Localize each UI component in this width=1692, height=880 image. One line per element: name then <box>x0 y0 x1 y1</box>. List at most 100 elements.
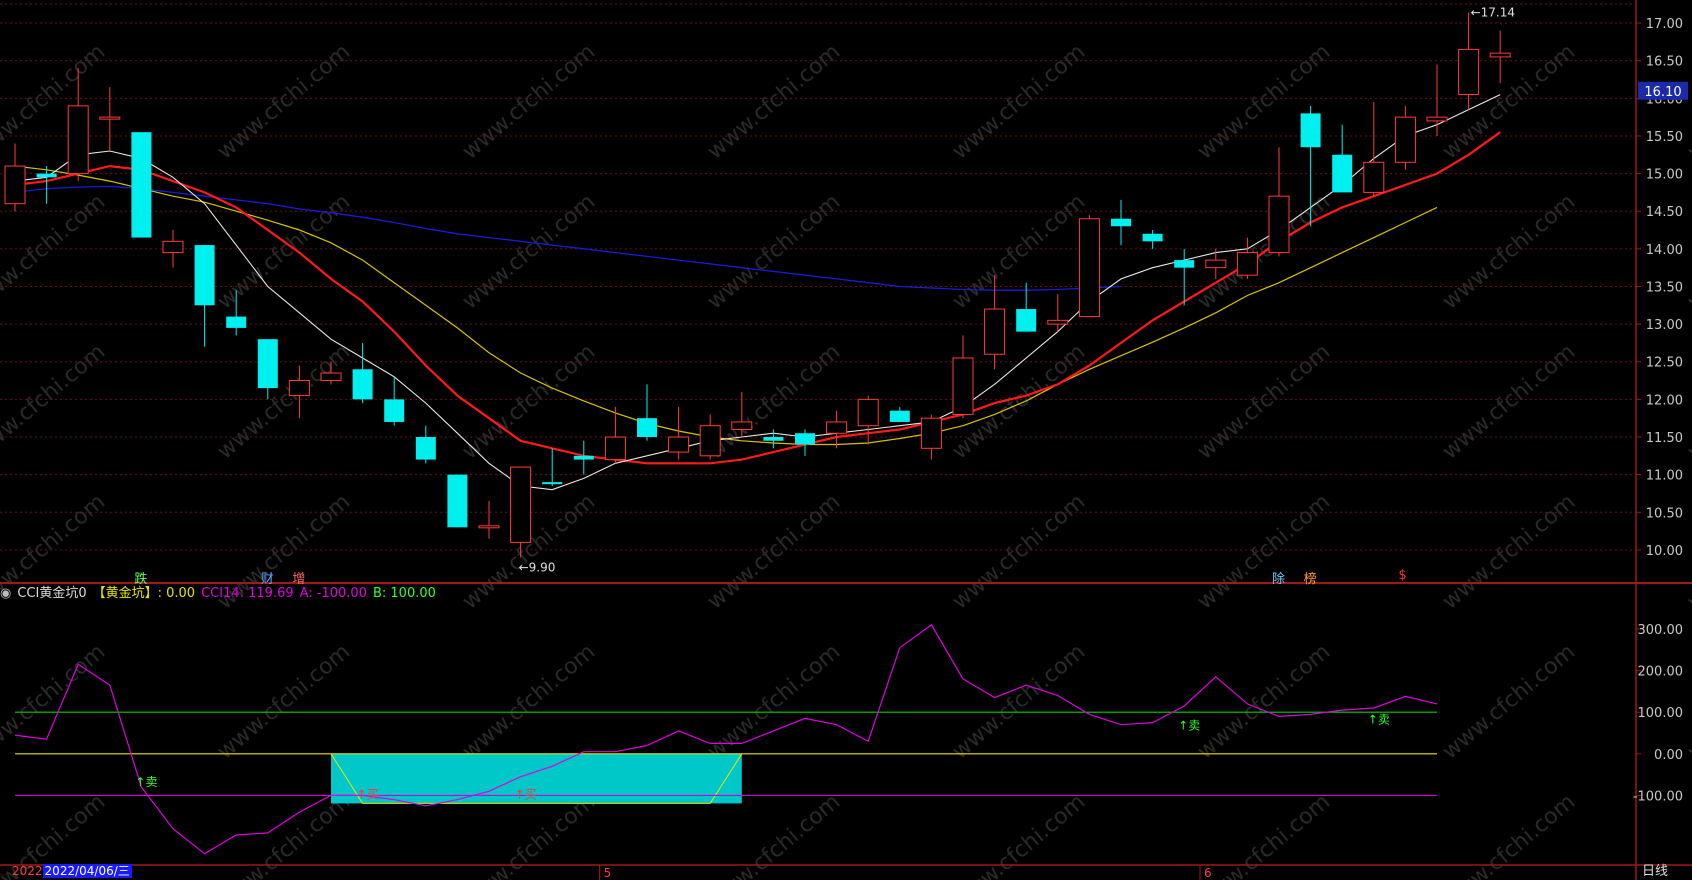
watermark-text: www.cfchi.com <box>1438 339 1580 464</box>
indicator-toggle-icon[interactable]: ◉ <box>0 586 11 601</box>
price-tick-label: 17.00 <box>1646 17 1683 32</box>
watermark-text: www.cfchi.com <box>1683 39 1692 164</box>
candle-body <box>320 372 342 382</box>
watermark-text: www.cfchi.com <box>0 189 110 314</box>
candle-body <box>510 466 532 543</box>
candle-body <box>352 369 373 400</box>
indicator-name[interactable]: CCI黄金坑0 <box>17 586 86 601</box>
candle-body <box>604 436 626 461</box>
watermark-text: www.cfchi.com <box>1193 489 1335 614</box>
price-tick-label: 13.00 <box>1646 318 1683 333</box>
price-tick-label: 13.50 <box>1646 280 1683 295</box>
candle-body <box>1174 260 1195 268</box>
candle-body <box>1426 116 1448 122</box>
watermark-text: www.cfchi.com <box>703 339 845 464</box>
watermark-text: www.cfchi.com <box>458 39 600 164</box>
pit-label: 【黄金坑】: 0.00 <box>92 586 196 601</box>
candle-body <box>1458 48 1480 96</box>
candle-body <box>1268 195 1290 254</box>
watermark-text: www.cfchi.com <box>1683 639 1692 764</box>
event-tag[interactable]: 榜 <box>1304 568 1317 587</box>
candle-body <box>415 437 436 460</box>
candle-body <box>99 116 121 120</box>
candle-body <box>984 308 1006 355</box>
watermark-text: www.cfchi.com <box>703 39 845 164</box>
watermark-text: www.cfchi.com <box>213 639 355 764</box>
candle-body <box>4 165 26 205</box>
cci-tick-label: 100.00 <box>1638 706 1684 721</box>
watermark-text: www.cfchi.com <box>0 639 110 764</box>
candle-body <box>920 417 942 449</box>
event-tag[interactable]: 除 <box>1272 568 1285 587</box>
watermark-text: www.cfchi.com <box>458 189 600 314</box>
indicator-header: ◉ CCI黄金坑0 【黄金坑】: 0.00 CCI14: 119.69 A: -100.… <box>0 584 442 604</box>
watermark-text: www.cfchi.com <box>1438 489 1580 614</box>
watermark-text: www.cfchi.com <box>1193 789 1335 880</box>
watermark-text: www.cfchi.com <box>703 189 845 314</box>
watermark-text: www.cfchi.com <box>458 339 600 464</box>
watermark-text: www.cfchi.com <box>703 489 845 614</box>
price-tick-label: 15.50 <box>1646 130 1683 145</box>
cci-signal: ↑买 <box>515 787 537 801</box>
cci-signal: ↑卖 <box>1368 712 1390 726</box>
watermark-text: www.cfchi.com <box>213 189 355 314</box>
watermark-text: www.cfchi.com <box>1438 189 1580 314</box>
watermark-text: www.cfchi.com <box>948 39 1090 164</box>
date-readout: 2022 2022/04/06/三 <box>12 864 132 879</box>
watermark-text: www.cfchi.com <box>948 789 1090 880</box>
candle-body <box>447 474 468 528</box>
watermark-text: www.cfchi.com <box>458 639 600 764</box>
a-label: A: -100.00 <box>299 586 367 601</box>
candle-body <box>1142 233 1163 242</box>
watermark-text: www.cfchi.com <box>1683 189 1692 314</box>
candle-body <box>162 240 184 254</box>
b-label: B: 100.00 <box>372 586 436 601</box>
candle-body <box>637 418 657 437</box>
candle-body <box>1205 259 1227 269</box>
period-label[interactable]: 日线 <box>1642 864 1668 880</box>
watermark-text: www.cfchi.com <box>948 189 1090 314</box>
price-tick-label: 14.50 <box>1646 205 1683 220</box>
cci-signal: ↑卖 <box>1178 719 1200 733</box>
candle-body <box>542 482 563 485</box>
candle-body <box>194 245 215 306</box>
candle-body <box>1394 116 1416 163</box>
watermark-text: www.cfchi.com <box>1438 789 1580 880</box>
watermark-text: www.cfchi.com <box>1683 789 1692 880</box>
price-axis: 17.0016.5016.0015.5015.0014.5014.0013.50… <box>1636 17 1688 559</box>
price-tick-label: 12.00 <box>1646 393 1683 408</box>
cci-tick-label: 300.00 <box>1638 623 1684 638</box>
candle-body <box>131 132 152 238</box>
cci-label: CCI14: 119.69 <box>201 586 294 601</box>
candle-body <box>1300 113 1321 148</box>
candle-body <box>952 357 974 415</box>
stock-chart[interactable]: www.cfchi.com www.cfchi.com www.cfchi.com w… <box>0 0 1692 880</box>
candle-body <box>668 436 690 453</box>
price-tick-label: 16.50 <box>1646 55 1683 70</box>
month-label: 6 <box>1204 866 1212 880</box>
cci-tick-label: -100.00 <box>1633 789 1683 804</box>
candle-body <box>288 380 310 397</box>
watermark-text: www.cfchi.com <box>1683 339 1692 464</box>
high-price-label: ←17.14 <box>1471 6 1515 20</box>
cci-indicator: ↑卖 ↑买 ↑买 ↑卖 ↑卖 300.00 200.00 100.00 0.00 -100.00 <box>14 623 1684 855</box>
current-price-label: 16.10 <box>1644 85 1681 100</box>
watermark-text: www.cfchi.com <box>948 489 1090 614</box>
candle-body <box>889 410 910 422</box>
date-prefix: 2022 <box>12 864 43 878</box>
candle-body <box>1489 52 1511 58</box>
watermark-text: www.cfchi.com <box>213 39 355 164</box>
watermark-text: www.cfchi.com <box>1683 489 1692 614</box>
watermark-text: www.cfchi.com <box>1438 639 1580 764</box>
candle-body <box>478 525 500 529</box>
candle-body <box>1078 218 1100 318</box>
watermark-text: www.cfchi.com <box>213 339 355 464</box>
cci-tick-label: 0.00 <box>1654 748 1683 763</box>
date-highlight: 2022/04/06/三 <box>42 864 132 878</box>
month-label: 5 <box>604 866 612 880</box>
candle-body <box>1363 161 1385 193</box>
candle-body <box>67 105 89 175</box>
candle-body <box>826 421 848 434</box>
event-tag[interactable]: $ <box>1398 568 1406 583</box>
candle-body <box>1111 218 1131 227</box>
